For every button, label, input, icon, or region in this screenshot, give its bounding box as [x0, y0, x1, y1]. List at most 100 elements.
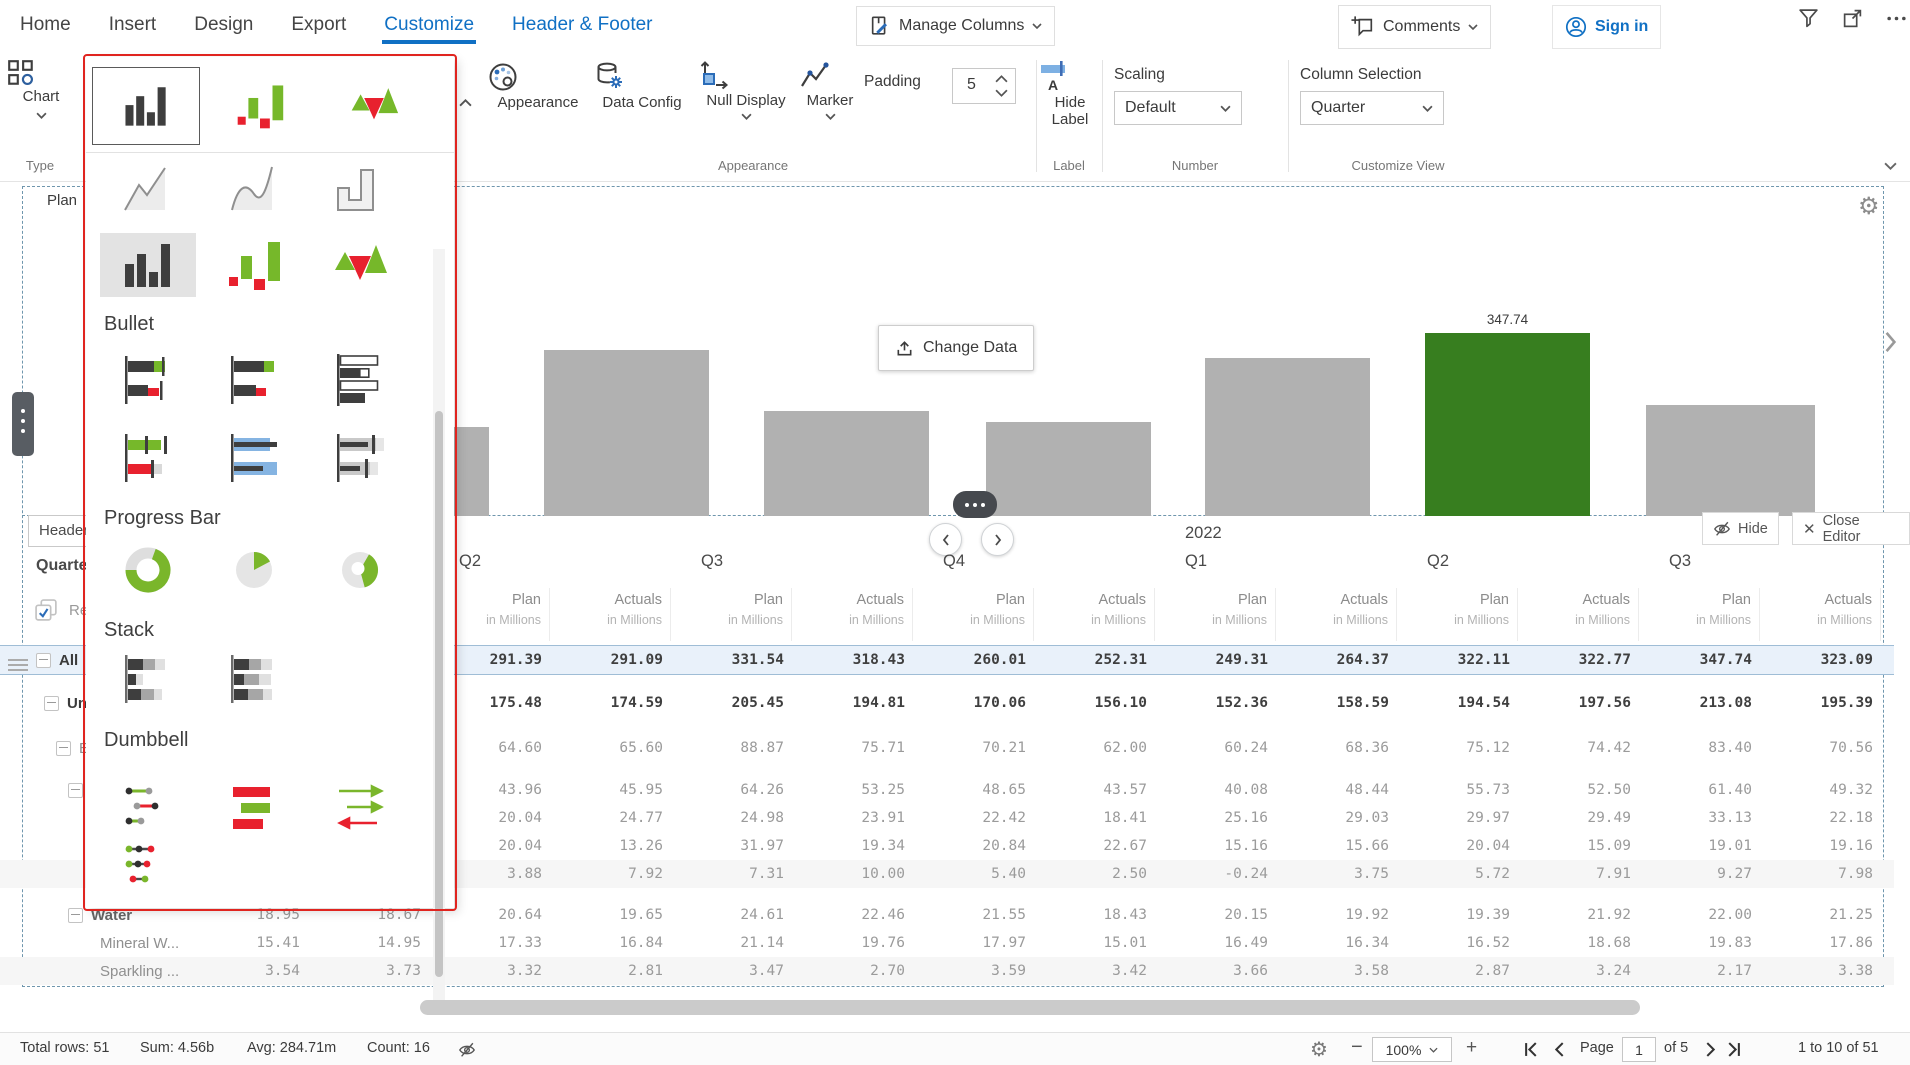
value-cell[interactable]: 3.24 — [1518, 963, 1639, 979]
zoom-out-button[interactable]: − — [1351, 1036, 1363, 1059]
value-cell[interactable]: 322.77 — [1518, 652, 1639, 668]
value-cell[interactable]: 252.31 — [1034, 652, 1155, 668]
data-config-button[interactable]: Data Config — [592, 60, 692, 111]
quarter-header[interactable]: Q2 — [429, 552, 671, 586]
value-cell[interactable]: 21.25 — [1760, 907, 1881, 923]
marker-button[interactable]: Marker — [798, 60, 862, 120]
value-cell[interactable]: 213.08 — [1639, 695, 1760, 711]
bar[interactable] — [986, 422, 1151, 516]
value-cell[interactable]: 24.77 — [550, 810, 671, 826]
checkbox-checked-icon[interactable] — [34, 598, 59, 623]
page-number-input[interactable]: 1 — [1622, 1037, 1656, 1062]
value-cell[interactable]: 3.47 — [671, 963, 792, 979]
value-cell[interactable]: 2.70 — [792, 963, 913, 979]
value-cell[interactable]: 22.00 — [1639, 907, 1760, 923]
collapse-row-icon[interactable] — [44, 696, 59, 711]
actuals-column-header[interactable]: Actualsin Millions — [550, 588, 671, 641]
menu-insert[interactable]: Insert — [109, 14, 157, 36]
dropdown-scrollbar-thumb[interactable] — [435, 411, 443, 977]
plan-column-header[interactable]: Planin Millions — [1397, 588, 1518, 641]
zoom-level-box[interactable]: 100% — [1372, 1037, 1452, 1062]
change-data-button[interactable]: Change Data — [878, 325, 1034, 371]
value-cell[interactable]: 25.16 — [1155, 810, 1276, 826]
horizontal-scrollbar[interactable] — [420, 1000, 1640, 1015]
value-cell[interactable]: 74.42 — [1518, 740, 1639, 756]
menu-header-footer[interactable]: Header & Footer — [512, 14, 652, 36]
value-cell[interactable]: 15.09 — [1518, 838, 1639, 854]
value-cell[interactable]: 19.16 — [1760, 838, 1881, 854]
value-cell[interactable]: 2.50 — [1034, 866, 1155, 882]
chart-type-variance-arrows[interactable] — [320, 67, 428, 145]
close-editor-button[interactable]: ✕ Close Editor — [1792, 512, 1910, 545]
value-cell[interactable]: 3.42 — [1034, 963, 1155, 979]
chart-type-bullet-3[interactable] — [332, 352, 388, 408]
resize-handle-pill[interactable] — [953, 491, 997, 518]
value-cell[interactable]: 18.43 — [1034, 907, 1155, 923]
value-cell[interactable]: 9.27 — [1639, 866, 1760, 882]
collapse-row-icon[interactable] — [36, 653, 51, 668]
value-cell[interactable]: 18.68 — [1518, 935, 1639, 951]
value-cell[interactable]: 61.40 — [1639, 782, 1760, 798]
value-cell[interactable]: 156.10 — [1034, 695, 1155, 711]
value-cell[interactable]: 75.71 — [792, 740, 913, 756]
value-cell[interactable]: 260.01 — [913, 652, 1034, 668]
value-cell[interactable]: 68.36 — [1276, 740, 1397, 756]
value-cell[interactable]: 48.44 — [1276, 782, 1397, 798]
value-cell[interactable]: 16.34 — [1276, 935, 1397, 951]
value-cell[interactable]: 22.46 — [792, 907, 913, 923]
collapse-row-icon[interactable] — [56, 741, 71, 756]
zoom-in-button[interactable]: + — [1466, 1037, 1477, 1059]
value-cell[interactable]: 15.16 — [1155, 838, 1276, 854]
value-cell[interactable]: 40.08 — [1155, 782, 1276, 798]
value-cell[interactable]: 55.73 — [1397, 782, 1518, 798]
plan-column-header[interactable]: Planin Millions — [1639, 588, 1760, 641]
last-page-icon[interactable] — [1726, 1042, 1741, 1057]
chart-type-button[interactable]: Chart — [6, 58, 76, 119]
scaling-select[interactable]: Default — [1114, 91, 1242, 125]
manage-columns-button[interactable]: Manage Columns — [856, 6, 1055, 46]
value-cell[interactable]: 17.33 — [429, 935, 550, 951]
value-cell[interactable]: 174.59 — [550, 695, 671, 711]
value-cell[interactable]: 29.03 — [1276, 810, 1397, 826]
quarter-header[interactable]: Q2 — [1397, 552, 1639, 586]
value-cell[interactable]: 3.59 — [913, 963, 1034, 979]
appearance-button[interactable]: Appearance — [486, 60, 590, 111]
chart-type-bullet-5[interactable] — [226, 430, 282, 486]
actuals-column-header[interactable]: Actualsin Millions — [792, 588, 913, 641]
actuals-column-header[interactable]: Actualsin Millions — [1518, 588, 1639, 641]
value-cell[interactable]: 10.00 — [792, 866, 913, 882]
value-cell[interactable]: 53.25 — [792, 782, 913, 798]
chart-type-bullet-6[interactable] — [332, 430, 388, 486]
quarter-header[interactable]: Q1 — [1155, 552, 1397, 586]
bar[interactable] — [1646, 405, 1815, 516]
bar[interactable] — [1205, 358, 1370, 516]
value-cell[interactable]: 33.13 — [1639, 810, 1760, 826]
bar-highlighted[interactable] — [1425, 333, 1590, 516]
value-cell[interactable]: 88.87 — [671, 740, 792, 756]
value-cell[interactable]: 21.14 — [671, 935, 792, 951]
padding-stepper[interactable]: 5 — [952, 68, 1016, 104]
value-cell[interactable]: 3.73 — [308, 963, 429, 979]
hide-label-button[interactable]: A Hide Label — [1038, 60, 1102, 128]
value-cell[interactable]: 194.54 — [1397, 695, 1518, 711]
value-cell[interactable]: 264.37 — [1276, 652, 1397, 668]
value-cell[interactable]: 22.67 — [1034, 838, 1155, 854]
value-cell[interactable]: 158.59 — [1276, 695, 1397, 711]
menu-design[interactable]: Design — [194, 14, 253, 36]
quarter-header[interactable]: Q3 — [671, 552, 913, 586]
value-cell[interactable]: 7.98 — [1760, 866, 1881, 882]
value-cell[interactable]: 195.39 — [1760, 695, 1881, 711]
gallery-up-arrow-icon[interactable] — [459, 99, 472, 107]
value-cell[interactable]: 3.66 — [1155, 963, 1276, 979]
chart-type-waterfall[interactable] — [206, 67, 314, 145]
chart-type-dumbbell-bars[interactable] — [226, 780, 282, 836]
value-cell[interactable]: 7.91 — [1518, 866, 1639, 882]
column-selection-select[interactable]: Quarter — [1300, 91, 1444, 125]
value-cell[interactable]: 3.32 — [429, 963, 550, 979]
value-cell[interactable]: 19.39 — [1397, 907, 1518, 923]
value-cell[interactable]: 20.04 — [1397, 838, 1518, 854]
value-cell[interactable]: 19.65 — [550, 907, 671, 923]
value-cell[interactable]: 15.66 — [1276, 838, 1397, 854]
collapse-row-icon[interactable] — [68, 908, 83, 923]
actuals-column-header[interactable]: Actualsin Millions — [1276, 588, 1397, 641]
